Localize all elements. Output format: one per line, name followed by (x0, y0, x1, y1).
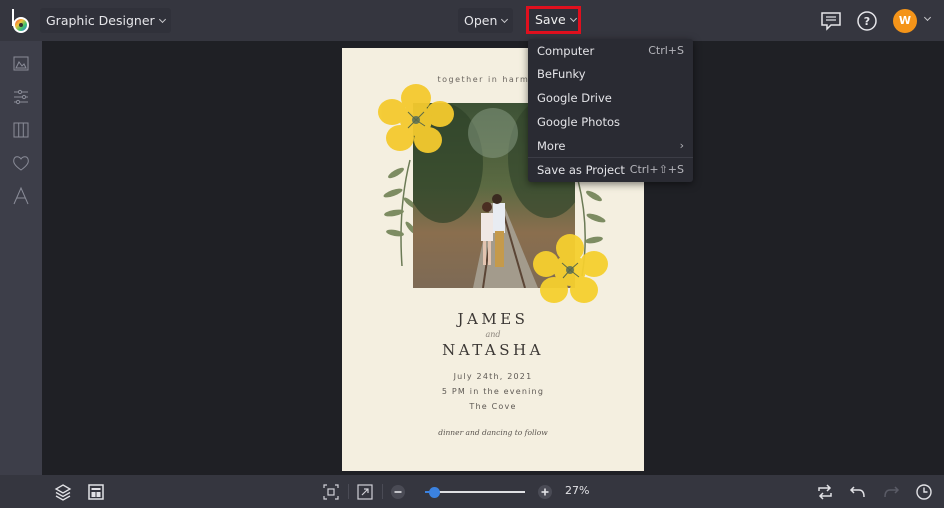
zoom-percentage: 27% (565, 484, 590, 497)
svg-text:?: ? (864, 15, 870, 28)
mode-menu-button[interactable]: Graphic Designer (40, 8, 171, 33)
open-button[interactable]: Open (458, 8, 514, 33)
befunky-logo-icon[interactable] (10, 8, 32, 34)
history-icon[interactable] (915, 483, 933, 501)
user-avatar[interactable]: W (893, 9, 917, 33)
save-dropdown-menu: Computer Ctrl+S BeFunky Google Drive Goo… (528, 39, 693, 182)
image-icon[interactable] (11, 54, 31, 74)
chevron-down-icon (501, 15, 509, 24)
bottom-toolbar: 27% (0, 475, 944, 508)
sliders-icon[interactable] (11, 87, 31, 107)
chevron-down-icon (569, 14, 577, 23)
yellow-flower-top-icon (378, 84, 454, 153)
frames-icon[interactable] (11, 120, 31, 140)
save-menu-item-save-as-project[interactable]: Save as Project Ctrl+⇧+S (528, 158, 693, 182)
save-menu-item-more[interactable]: More › (528, 134, 693, 158)
time-text[interactable]: 5 PM in the evening (342, 387, 644, 396)
chevron-right-icon: › (679, 139, 684, 152)
fit-to-screen-icon[interactable] (322, 483, 340, 501)
chevron-down-icon[interactable] (923, 13, 932, 22)
save-menu-item-google-photos[interactable]: Google Photos (528, 110, 693, 134)
mode-menu-label: Graphic Designer (46, 13, 155, 28)
toolbar-divider (348, 484, 349, 499)
heart-icon[interactable] (11, 153, 31, 173)
redo-icon[interactable] (882, 483, 900, 501)
swap-icon[interactable] (816, 483, 834, 501)
toolbar-divider (382, 484, 383, 499)
save-button[interactable]: Save (526, 6, 581, 34)
menu-item-label: Google Drive (537, 91, 612, 105)
name-1-text[interactable]: JAMES (342, 310, 644, 328)
zoom-in-icon[interactable] (536, 483, 554, 501)
save-label: Save (535, 12, 566, 27)
undo-icon[interactable] (849, 483, 867, 501)
yellow-flower-bottom-icon (533, 234, 608, 303)
zoom-out-icon[interactable] (389, 483, 407, 501)
zoom-slider-handle[interactable] (428, 487, 440, 498)
date-text[interactable]: July 24th, 2021 (342, 372, 644, 381)
feedback-icon[interactable] (820, 10, 842, 32)
actual-size-icon[interactable] (356, 483, 374, 501)
save-menu-item-google-drive[interactable]: Google Drive (528, 86, 693, 110)
menu-item-label: More (537, 139, 566, 153)
help-icon[interactable]: ? (856, 10, 878, 32)
layers-icon[interactable] (54, 483, 72, 501)
top-bar: Graphic Designer Open Save ? W (0, 0, 944, 41)
menu-item-label: Google Photos (537, 115, 621, 129)
menu-item-label: Save as Project (537, 163, 625, 177)
zoom-slider[interactable] (425, 487, 525, 498)
menu-item-label: Computer (537, 44, 595, 58)
menu-item-label: BeFunky (537, 67, 586, 81)
save-menu-item-befunky[interactable]: BeFunky (528, 62, 693, 86)
chevron-down-icon (158, 15, 166, 24)
left-sidebar (0, 41, 42, 475)
text-icon[interactable] (11, 186, 31, 206)
save-menu-item-computer[interactable]: Computer Ctrl+S (528, 39, 693, 63)
and-text[interactable]: and (342, 330, 644, 339)
open-label: Open (464, 13, 498, 28)
footer-text[interactable]: dinner and dancing to follow (342, 428, 644, 437)
venue-text[interactable]: The Cove (342, 402, 644, 411)
layout-icon[interactable] (87, 483, 105, 501)
menu-item-shortcut: Ctrl+S (648, 44, 684, 57)
name-2-text[interactable]: NATASHA (342, 341, 644, 359)
menu-item-shortcut: Ctrl+⇧+S (629, 163, 684, 176)
